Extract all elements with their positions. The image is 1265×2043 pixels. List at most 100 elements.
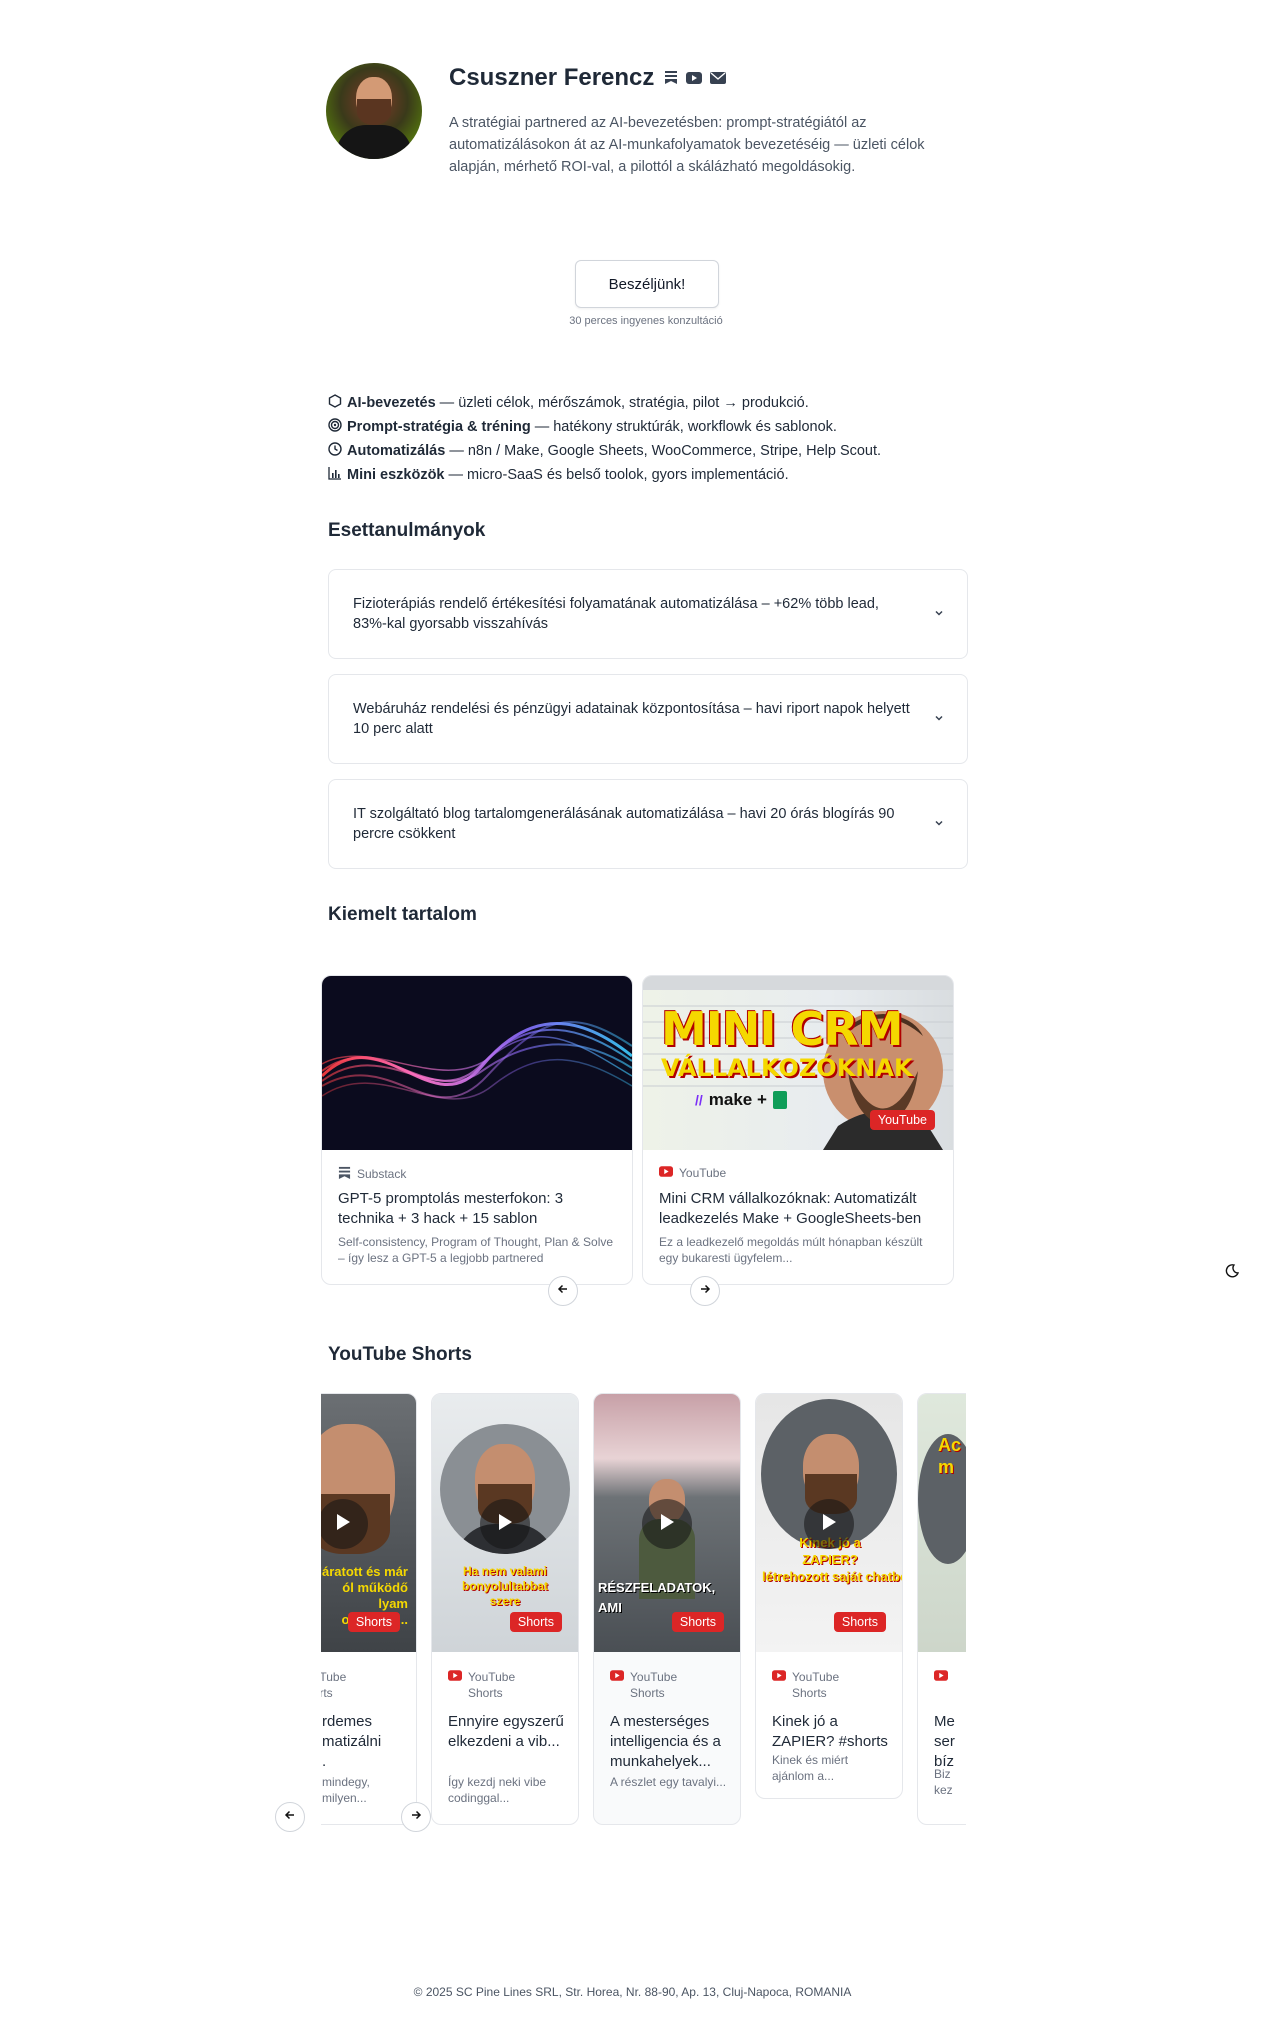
short-title: Ennyire egyszerű elkezdeni a vib... [448, 1713, 564, 1750]
play-icon [335, 1513, 351, 1536]
card-thumbnail: MINI CRM VÁLLALKOZÓKNAK // make + YouTub… [643, 976, 953, 1150]
shorts-next-button[interactable] [401, 1802, 431, 1832]
feature-item: AI-bevezetés — üzleti célok, mérőszámok,… [328, 394, 809, 412]
youtube-icon[interactable] [686, 71, 702, 89]
chevron-down-icon [933, 711, 945, 729]
carousel-next-button[interactable] [690, 1276, 720, 1306]
avatar [326, 63, 422, 159]
make-logo-text: make + [708, 1090, 767, 1109]
short-card[interactable]: RÉSZFELADATOK, AMI Shorts YouTube Shorts … [593, 1393, 741, 1825]
short-source: YouTube Shorts [448, 1669, 515, 1701]
case-study-accordion[interactable]: Webáruház rendelési és pénzügyi adataina… [328, 674, 968, 764]
featured-heading: Kiemelt tartalom [328, 904, 477, 925]
shorts-prev-button[interactable] [275, 1802, 305, 1832]
footer-text: © 2025 SC Pine Lines SRL, Str. Horea, Nr… [413, 1985, 852, 1999]
play-icon [821, 1513, 837, 1536]
shorts-badge: Shorts [347, 1612, 400, 1632]
play-button[interactable] [804, 1499, 854, 1549]
feature-item: Automatizálás — n8n / Make, Google Sheet… [328, 442, 881, 460]
feature-title: AI-bevezetés [347, 395, 436, 411]
card-title: Mini CRM vállalkozóknak: Automatizált le… [659, 1190, 922, 1227]
short-description: A részlet egy tavalyi... [610, 1775, 727, 1789]
short-title: rdemes matizálni . [322, 1713, 382, 1770]
shorts-badge: Shorts [833, 1612, 886, 1632]
short-thumbnail: Ac m [918, 1394, 966, 1652]
case-study-title: Fizioterápiás rendelő értékesítési folya… [353, 596, 879, 632]
youtube-icon [934, 1669, 948, 1685]
play-icon [497, 1513, 513, 1536]
short-source-sublabel: Shorts [630, 1686, 665, 1700]
featured-card[interactable]: Substack GPT-5 promptolás mesterfokon: 3… [321, 975, 633, 1285]
substack-icon [338, 1166, 351, 1182]
shorts-badge: Shorts [671, 1612, 724, 1632]
thumbnail-subtitle: VÁLLALKOZÓKNAK [661, 1054, 913, 1082]
case-study-accordion[interactable]: IT szolgáltató blog tartalomgenerálásána… [328, 779, 968, 869]
short-description: mindegy, milyen... [322, 1775, 370, 1805]
short-card[interactable]: Ac m Me ser bíz Biz kez [917, 1393, 966, 1825]
short-title: Kinek jó a ZAPIER? #shorts [772, 1713, 888, 1750]
short-source-sublabel: horts [321, 1686, 333, 1700]
profile-bio: A stratégiai partnered az AI-bevezetésbe… [449, 115, 925, 175]
shorts-badge: Shorts [509, 1612, 562, 1632]
contact-subtext: 30 perces ingyenes konzultáció [569, 315, 723, 327]
play-button[interactable] [480, 1499, 530, 1549]
card-source: YouTube [659, 1166, 726, 1180]
short-source: YouTube Shorts [610, 1669, 677, 1701]
target-icon [328, 418, 342, 436]
case-studies-heading: Esettanulmányok [328, 520, 486, 541]
short-source: ouTube horts [321, 1669, 346, 1701]
youtube-icon [448, 1669, 462, 1701]
feature-title: Mini eszközök [347, 467, 445, 483]
card-source: Substack [338, 1166, 406, 1182]
feature-text: — hatékony struktúrák, workflowk és sabl… [530, 419, 837, 435]
card-source-label: YouTube [679, 1166, 727, 1180]
thumbnail-title: MINI CRM [661, 1002, 903, 1056]
case-study-title: IT szolgáltató blog tartalomgenerálásána… [353, 806, 895, 842]
feature-text: — micro-SaaS és belső toolok, gyors impl… [444, 467, 789, 483]
short-description: Kinek és miért ajánlom a... [772, 1753, 849, 1783]
feature-title: Automatizálás [347, 443, 446, 459]
substack-icon[interactable] [664, 70, 678, 89]
play-button[interactable] [642, 1499, 692, 1549]
short-source-label: YouTube [630, 1670, 678, 1684]
theme-toggle[interactable] [1224, 1263, 1240, 1284]
short-card[interactable]: Kinek jó a ZAPIER? létrehozott saját cha… [755, 1393, 903, 1799]
youtube-icon [610, 1669, 624, 1701]
youtube-badge: YouTube [869, 1110, 935, 1130]
feature-item: Mini eszközök — micro-SaaS és belső tool… [328, 466, 789, 484]
chevron-down-icon [933, 606, 945, 624]
case-study-accordion[interactable]: Fizioterápiás rendelő értékesítési folya… [328, 569, 968, 659]
youtube-icon [659, 1166, 673, 1180]
short-source-label: YouTube [792, 1670, 840, 1684]
social-links [664, 70, 726, 89]
short-card[interactable]: eláratott és már ól működő lyam omatizál… [321, 1393, 417, 1825]
short-title: A mesterséges intelligencia és a munkahe… [610, 1713, 721, 1770]
short-source-label: YouTube [468, 1670, 516, 1684]
card-description: Self-consistency, Program of Thought, Pl… [338, 1235, 614, 1265]
short-card[interactable]: Ha nem valami bonyolultabbat szere Short… [431, 1393, 579, 1825]
profile-name: Csuszner Ferencz [449, 64, 655, 91]
featured-card[interactable]: MINI CRM VÁLLALKOZÓKNAK // make + YouTub… [642, 975, 954, 1285]
short-source: YouTube Shorts [772, 1669, 839, 1701]
short-source-sublabel: Shorts [468, 1686, 503, 1700]
arrow-left-icon [557, 1282, 569, 1300]
feature-text: — n8n / Make, Google Sheets, WooCommerce… [445, 443, 882, 459]
carousel-prev-button[interactable] [548, 1276, 578, 1306]
make-logo: // make + [695, 1090, 787, 1110]
shorts-heading: YouTube Shorts [328, 1344, 472, 1365]
mail-icon[interactable] [710, 71, 726, 89]
youtube-icon [772, 1669, 786, 1701]
short-source-sublabel: Shorts [792, 1686, 827, 1700]
feature-title: Prompt-stratégia & tréning [347, 419, 531, 435]
clock-icon [328, 442, 342, 460]
arrow-right-icon [410, 1808, 422, 1826]
card-thumbnail [322, 976, 632, 1150]
short-title: Me ser bíz [934, 1713, 955, 1770]
make-icon: // [695, 1092, 703, 1108]
contact-button[interactable]: Beszéljünk! [575, 260, 719, 308]
short-caption: Ha nem valami bonyolultabbat szere [462, 1564, 548, 1608]
short-caption: Ac m [938, 1435, 962, 1477]
chevron-down-icon [933, 816, 945, 834]
card-source-label: Substack [357, 1167, 407, 1181]
card-title: GPT-5 promptolás mesterfokon: 3 technika… [338, 1190, 564, 1227]
